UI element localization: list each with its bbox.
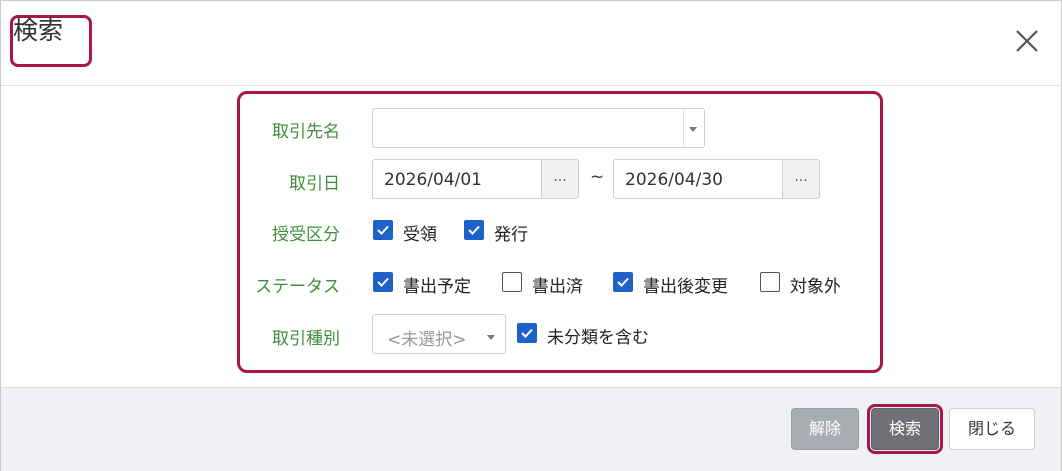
- dialog-header: 検索: [1, 1, 1061, 86]
- chevron-down-icon: [487, 335, 495, 340]
- dialog-title: 検索: [13, 16, 64, 45]
- checkmark-icon: [617, 277, 629, 287]
- close-icon[interactable]: [1009, 23, 1045, 59]
- checkbox-received-label[interactable]: 受領: [403, 220, 437, 245]
- date-to-value: 2026/04/30: [625, 170, 723, 190]
- search-button[interactable]: 検索: [871, 408, 939, 450]
- trade-date-label: 取引日: [289, 174, 340, 194]
- clear-button[interactable]: 解除: [791, 408, 859, 450]
- checkmark-icon: [468, 225, 480, 235]
- date-from-picker-button[interactable]: ...: [541, 159, 579, 199]
- checkbox-changed-after-export[interactable]: [613, 272, 633, 292]
- date-to-picker-button[interactable]: ...: [782, 159, 820, 199]
- date-range-separator: ~: [590, 167, 605, 187]
- checkbox-export-planned-label[interactable]: 書出予定: [403, 272, 471, 297]
- checkbox-include-unclassified-label[interactable]: 未分類を含む: [547, 323, 649, 348]
- partner-select[interactable]: [372, 108, 705, 148]
- checkbox-issued-label[interactable]: 発行: [494, 220, 528, 245]
- checkbox-received[interactable]: [373, 220, 393, 240]
- checkbox-issued[interactable]: [464, 220, 484, 240]
- checkbox-export-planned[interactable]: [373, 272, 393, 292]
- checkmark-icon: [377, 277, 389, 287]
- checkbox-exported-label[interactable]: 書出済: [532, 272, 583, 297]
- checkmark-icon: [521, 328, 533, 338]
- date-from-value: 2026/04/01: [384, 170, 482, 190]
- close-button[interactable]: 閉じる: [949, 408, 1035, 450]
- checkmark-icon: [377, 225, 389, 235]
- dialog-footer: 解除 検索 閉じる: [1, 387, 1061, 471]
- chevron-down-icon: [689, 127, 697, 132]
- checkbox-include-unclassified[interactable]: [517, 323, 537, 343]
- date-to-input[interactable]: 2026/04/30: [613, 159, 783, 199]
- trade-type-placeholder: <未選択>: [387, 330, 467, 350]
- select-divider: [683, 109, 684, 147]
- trade-type-select[interactable]: <未選択>: [372, 314, 506, 354]
- date-from-input[interactable]: 2026/04/01: [372, 159, 542, 199]
- checkbox-excluded-label[interactable]: 対象外: [790, 272, 841, 297]
- trade-type-label: 取引種別: [272, 329, 340, 349]
- partner-label: 取引先名: [272, 122, 340, 142]
- status-label: ステータス: [255, 277, 340, 297]
- search-dialog: 検索 取引先名 取引日 2026/04/01 ... ~ 2026/04/30 …: [0, 0, 1062, 471]
- direction-label: 授受区分: [272, 225, 340, 245]
- checkbox-excluded[interactable]: [760, 272, 780, 292]
- checkbox-exported[interactable]: [502, 272, 522, 292]
- checkbox-changed-after-export-label[interactable]: 書出後変更: [643, 272, 728, 297]
